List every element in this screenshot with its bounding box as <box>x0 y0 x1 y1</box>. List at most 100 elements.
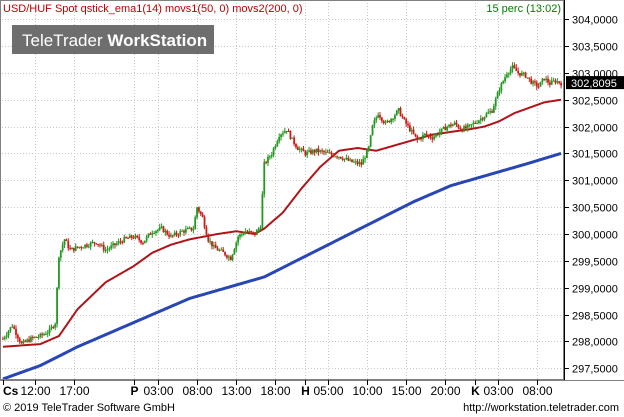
candle-body <box>371 125 374 136</box>
candle-body <box>227 256 230 258</box>
candle-body <box>41 333 44 335</box>
watermark-bold: WorkStation <box>107 31 207 50</box>
candle-body <box>52 326 55 328</box>
candle <box>291 137 294 139</box>
candle-body <box>54 323 57 328</box>
candle-body <box>261 194 264 229</box>
candle-body <box>250 231 253 233</box>
candle-body <box>155 230 157 234</box>
candle-body <box>545 78 548 81</box>
candle-body <box>235 242 238 250</box>
candle-body <box>414 133 417 137</box>
candle-body <box>63 239 66 245</box>
candle-body <box>509 69 512 74</box>
candle-body <box>252 231 254 233</box>
candle-body <box>362 159 365 165</box>
candle-body <box>222 249 225 252</box>
candle-body <box>95 243 98 245</box>
candle-body <box>358 162 361 164</box>
candle-body <box>338 156 340 158</box>
candle-body <box>349 159 352 161</box>
candle-body <box>7 331 10 336</box>
source-url[interactable]: http://workstation.teletrader.com <box>463 402 619 414</box>
candle <box>366 148 368 159</box>
candle-body <box>390 118 393 123</box>
candle-body <box>188 227 191 229</box>
candle-body <box>446 126 449 131</box>
x-tick-label: 13:00 <box>221 384 251 398</box>
candle-body <box>86 244 88 247</box>
candle-body <box>145 236 148 241</box>
plot-background <box>0 0 564 380</box>
candle-body <box>61 244 64 251</box>
candle <box>194 215 197 230</box>
candle-body <box>196 207 198 218</box>
candle-body <box>110 245 113 249</box>
candle-body <box>65 239 68 242</box>
candle <box>196 206 198 220</box>
candle-body <box>84 244 86 248</box>
candle-body <box>352 161 355 163</box>
candle-body <box>560 82 562 86</box>
candle-body <box>405 119 408 124</box>
candle-body <box>244 231 247 234</box>
x-tick-label: K <box>471 384 480 398</box>
candle-body <box>408 125 411 132</box>
candle-body <box>548 82 551 85</box>
candle-body <box>491 111 493 113</box>
candle-body <box>106 249 109 251</box>
candle-body <box>74 246 77 251</box>
candle-body <box>380 117 383 121</box>
candle-body <box>386 120 389 122</box>
x-tick-label: H <box>301 384 310 398</box>
candle-body <box>453 122 456 125</box>
candle-body <box>328 152 331 154</box>
candle-body <box>556 81 559 83</box>
candle-body <box>291 137 294 139</box>
candle-body <box>345 158 348 160</box>
candle-body <box>319 150 322 153</box>
candle-body <box>160 226 163 228</box>
candle-body <box>9 327 12 332</box>
candle-body <box>119 241 122 243</box>
candle-body <box>28 339 30 342</box>
candle-body <box>500 83 503 91</box>
candle-body <box>483 117 486 120</box>
candle-body <box>442 126 445 129</box>
candle-body <box>130 235 133 238</box>
candle-body <box>35 336 38 338</box>
candle-body <box>295 143 297 148</box>
candle-body <box>466 124 469 129</box>
candle <box>395 109 398 116</box>
candle-body <box>293 137 296 144</box>
candle-body <box>58 257 60 288</box>
candle-body <box>39 333 42 337</box>
candle-body <box>207 234 210 242</box>
candle-body <box>392 118 394 120</box>
candle-body <box>263 161 266 195</box>
candle-body <box>535 82 538 87</box>
candle-body <box>30 336 32 342</box>
candle-body <box>186 228 189 230</box>
candle-body <box>205 227 208 235</box>
candle <box>351 159 353 163</box>
candlestick-chart[interactable]: 297,5000 298,0000 298,5000 299,0000 299,5000… <box>0 0 624 417</box>
x-tick-label: 18:00 <box>260 384 290 398</box>
candle-body <box>209 241 212 243</box>
candle-body <box>418 138 421 140</box>
candle-body <box>67 241 70 249</box>
candle <box>539 81 542 87</box>
candle-body <box>93 242 96 244</box>
candle-body <box>190 227 193 231</box>
candle-body <box>310 150 312 154</box>
candle-body <box>436 134 439 136</box>
candle-body <box>127 237 129 239</box>
candle-body <box>315 148 318 153</box>
candle-body <box>440 128 443 133</box>
candle-body <box>18 338 21 342</box>
candle-body <box>410 129 413 132</box>
x-tick-label: Cs <box>3 384 19 398</box>
candle-body <box>177 234 180 236</box>
candle-body <box>459 127 462 130</box>
candle-body <box>82 247 85 249</box>
